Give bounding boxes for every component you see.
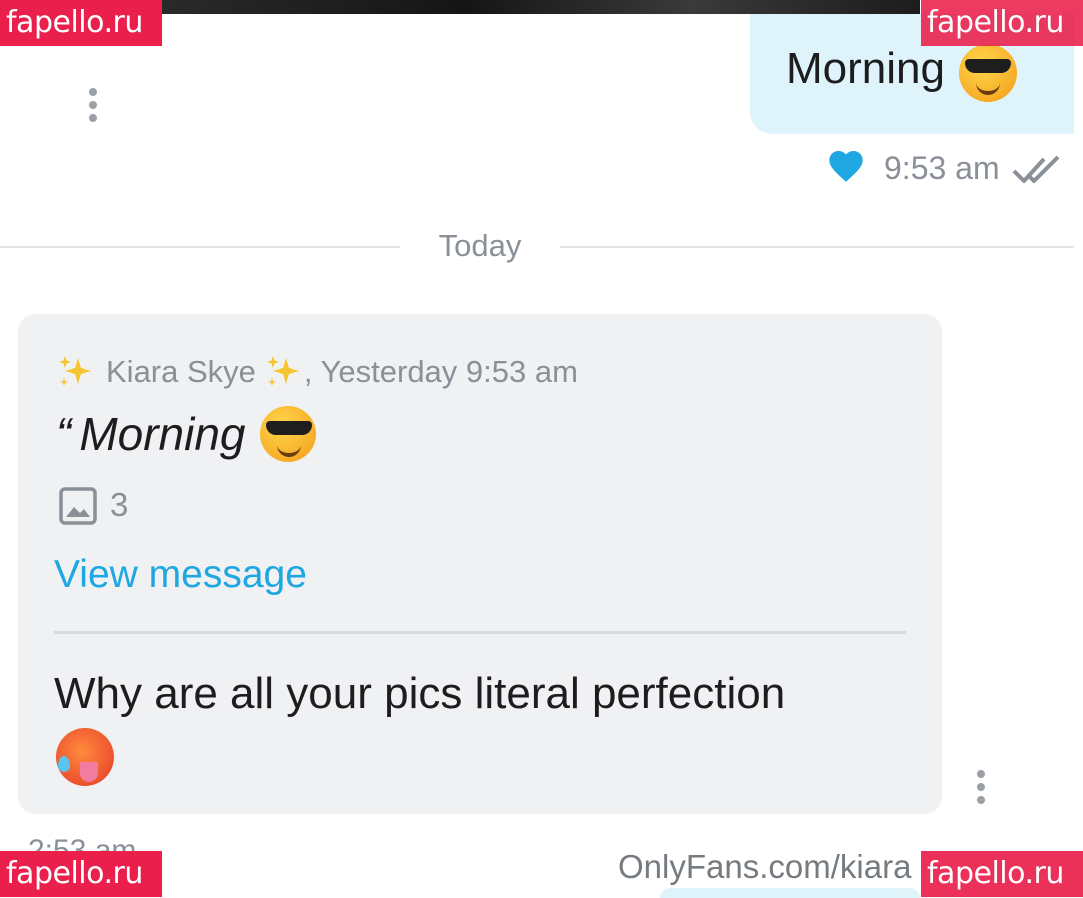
view-message-link[interactable]: View message	[54, 553, 307, 597]
more-options-icon[interactable]	[88, 88, 98, 122]
quoted-author-name: Kiara Skye	[106, 354, 256, 389]
next-message-bubble	[660, 888, 920, 898]
quoted-message-text: “ Morning	[56, 406, 316, 462]
site-watermark: OnlyFans.com/kiara	[618, 848, 912, 885]
sunglasses-emoji-icon	[958, 44, 1017, 102]
image-icon	[59, 487, 97, 525]
heart-icon[interactable]	[826, 146, 866, 186]
day-divider-label: Today	[438, 228, 522, 263]
incoming-message-text: Why are all your pics literal perfection	[54, 669, 786, 718]
card-divider	[54, 631, 906, 634]
attached-image-count: 3	[110, 486, 129, 523]
outgoing-message-time: 9:53 am	[884, 150, 1000, 186]
outgoing-message-text: Morning	[786, 44, 945, 93]
more-options-icon[interactable]	[976, 770, 986, 804]
hot-face-emoji-icon	[56, 728, 114, 786]
sparkles-icon	[59, 356, 91, 386]
double-check-icon	[1012, 155, 1060, 183]
watermark-top-right: fapello.ru	[921, 0, 1083, 46]
watermark-top-left: fapello.ru	[0, 0, 162, 46]
sunglasses-emoji-icon	[259, 406, 316, 462]
day-divider-line-left	[0, 246, 400, 248]
quoted-message-body: Morning	[79, 408, 246, 460]
quoted-message-timestamp: , Yesterday 9:53 am	[303, 354, 578, 389]
quote-mark: “	[56, 408, 72, 460]
quoted-message-header: Kiara Skye , Yesterday 9:53 am	[56, 352, 578, 392]
watermark-bottom-left: fapello.ru	[0, 851, 162, 897]
sparkles-icon	[266, 356, 299, 386]
watermark-bottom-right: fapello.ru	[921, 851, 1083, 897]
previous-photo-strip	[160, 0, 920, 14]
day-divider-line-right	[560, 246, 1074, 248]
